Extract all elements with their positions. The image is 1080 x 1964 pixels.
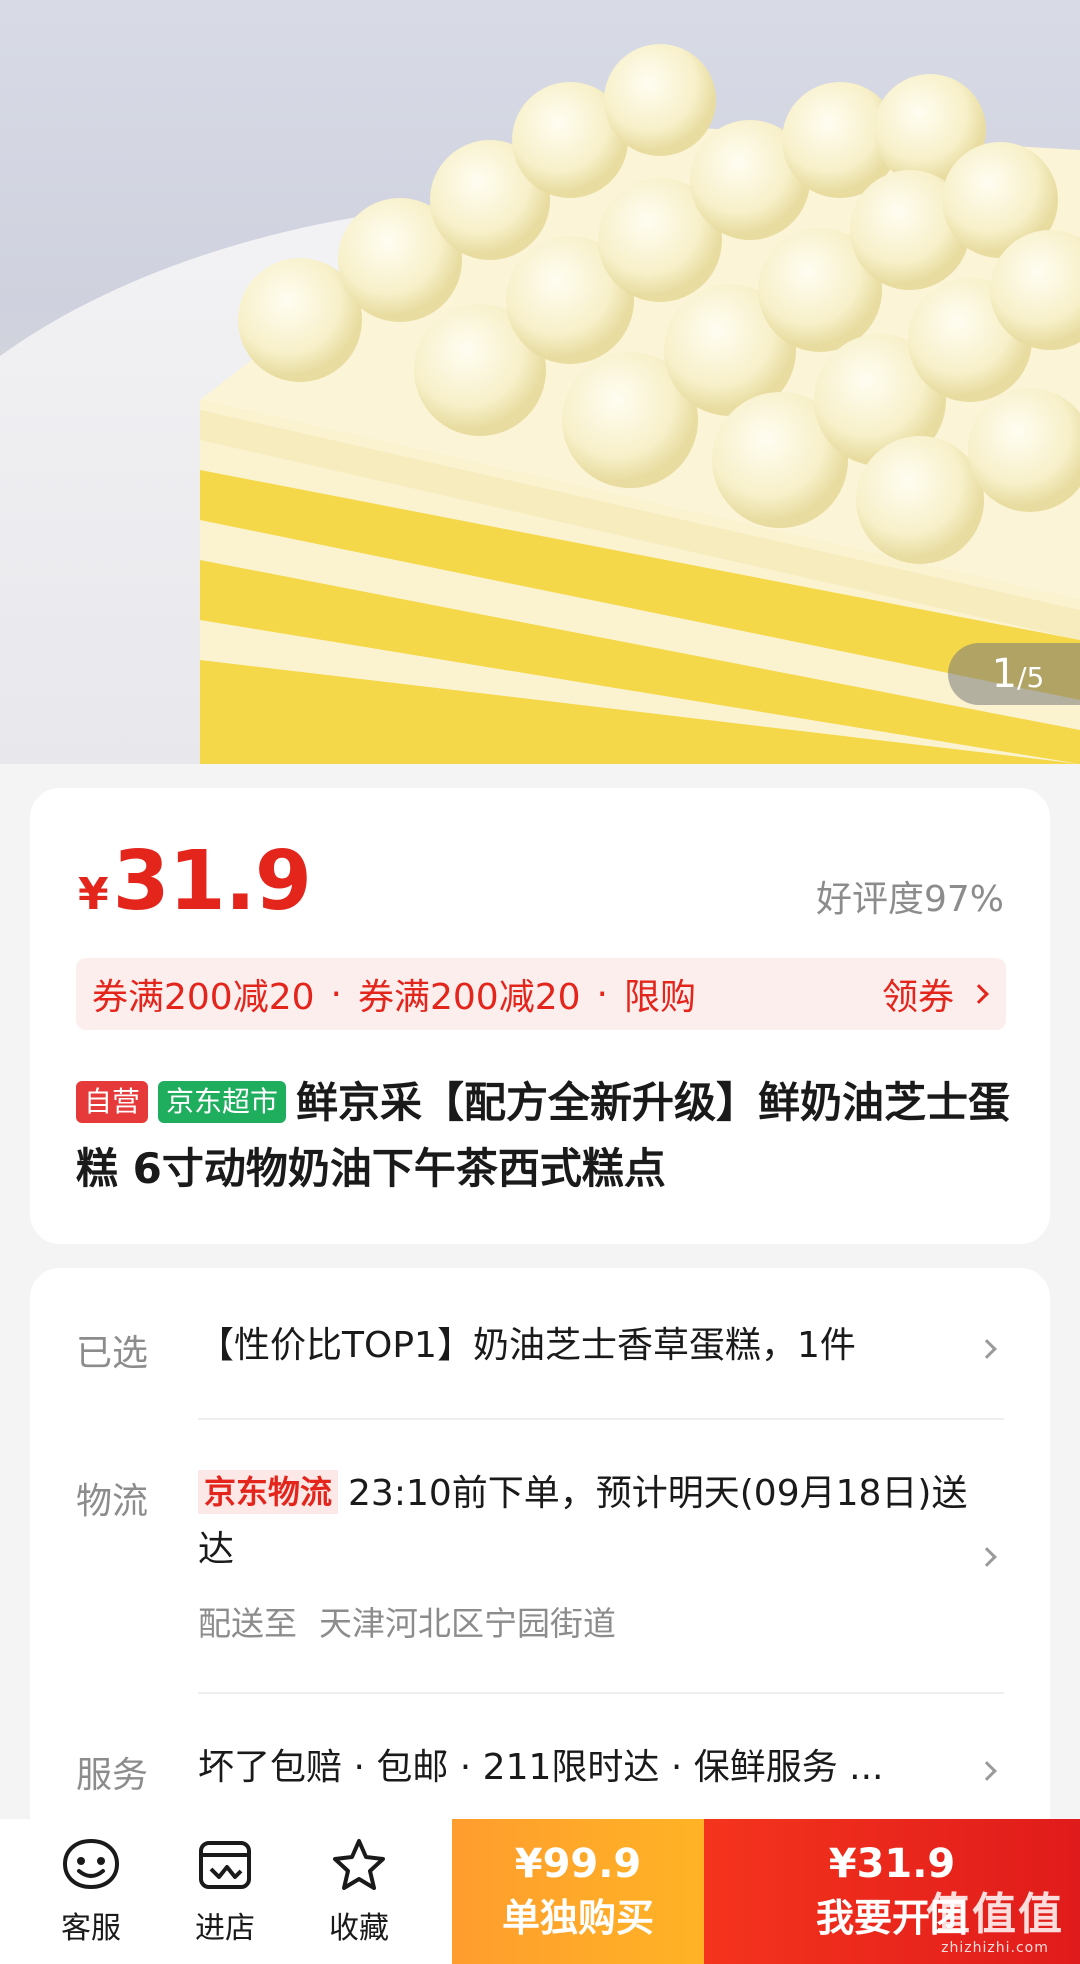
buy-alone-price: ¥99.9	[514, 1840, 642, 1887]
product-title: 自营 京东超市 鲜京采【配方全新升级】鲜奶油芝士蛋糕 6寸动物奶油下午茶西式糕点	[76, 1070, 1016, 1202]
logistics-label: 物流	[76, 1481, 149, 1522]
product-image-gallery[interactable]: 1 /5	[0, 0, 1080, 764]
divider	[198, 1418, 1004, 1420]
jd-logistics-badge: 京东物流	[198, 1470, 339, 1514]
logistics-info: 京东物流 23:10前下单，预计明天(09月18日)送达 配送至 天津河北区宁园街道	[198, 1466, 968, 1652]
price-value: 31.9	[112, 834, 312, 929]
get-coupon-label: 领券	[881, 977, 954, 1018]
site-watermark: 值值值 zhizhizhi.com	[926, 1889, 1064, 1957]
coupon-separator: ·	[330, 973, 342, 1015]
coupon-list: 券满200减20 · 券满200减20 · 限购	[92, 968, 882, 1020]
delivery-prefix: 配送至	[198, 1604, 297, 1643]
chevron-right-icon	[969, 984, 989, 1004]
service-row[interactable]: 服务 坏了包赔 · 包邮 · 211限时达 · 保鲜服务 ...	[30, 1740, 1050, 1820]
coupon-separator: ·	[596, 973, 608, 1015]
store-icon	[199, 1840, 251, 1889]
cake-photo	[0, 44, 1080, 764]
delivery-address: 天津河北区宁园街道	[319, 1604, 616, 1643]
enter-store-label: 进店	[195, 1910, 255, 1946]
selected-label: 已选	[76, 1333, 149, 1374]
start-group-buy-button[interactable]: ¥31.9 我要开团 值值值 zhizhizhi.com	[704, 1819, 1080, 1964]
selected-spec-row[interactable]: 已选 【性价比TOP1】奶油芝士香草蛋糕，1件	[30, 1318, 1050, 1428]
logistics-row[interactable]: 物流 京东物流 23:10前下单，预计明天(09月18日)送达 配送至 天津河北区宁…	[30, 1466, 1050, 1643]
jd-supermarket-tag: 京东超市	[158, 1081, 287, 1123]
selected-spec-value: 【性价比TOP1】奶油芝士香草蛋糕，1件	[198, 1325, 856, 1366]
positive-rating[interactable]: 好评度97%	[816, 870, 1004, 922]
chevron-right-icon	[977, 1339, 997, 1359]
coupon-item: 券满200减20	[92, 977, 315, 1018]
price-currency: ¥	[78, 869, 109, 920]
favorite-button[interactable]: 收藏	[292, 1819, 426, 1964]
price: ¥ 31.9	[78, 834, 312, 929]
service-list: 坏了包赔 · 包邮 · 211限时达 · 保鲜服务 ...	[198, 1747, 884, 1788]
customer-service-button[interactable]: 客服	[24, 1819, 158, 1964]
coupon-bar[interactable]: 券满200减20 · 券满200减20 · 限购 领券	[76, 958, 1006, 1030]
smile-face-icon	[62, 1838, 120, 1889]
group-buy-price: ¥31.9	[828, 1840, 956, 1887]
customer-service-label: 客服	[61, 1910, 121, 1946]
self-operated-tag: 自营	[76, 1081, 149, 1123]
star-icon	[333, 1838, 385, 1890]
product-page: 1 /5 ¥ 31.9 好评度97% 券满200减20 · 券满200减20 ·…	[0, 0, 1080, 1964]
watermark-logo: 值值值	[926, 1889, 1064, 1940]
get-coupon-button[interactable]: 领券	[881, 968, 989, 1020]
watermark-url: zhizhizhi.com	[941, 1940, 1049, 1956]
divider	[198, 1692, 1004, 1694]
service-label: 服务	[76, 1755, 149, 1796]
price-card: ¥ 31.9 好评度97% 券满200减20 · 券满200减20 · 限购 领…	[30, 788, 1050, 1244]
favorite-label: 收藏	[329, 1910, 389, 1946]
enter-store-button[interactable]: 进店	[158, 1819, 292, 1964]
coupon-item: 券满200减20	[357, 977, 581, 1018]
gallery-total-count: /5	[1017, 661, 1045, 694]
gallery-current-index: 1	[991, 651, 1018, 697]
buy-alone-button[interactable]: ¥99.9 单独购买	[452, 1819, 704, 1964]
delivery-address-line: 配送至 天津河北区宁园街道	[198, 1596, 968, 1652]
gallery-page-indicator: 1 /5	[948, 643, 1080, 705]
bottom-action-bar: 客服 进店 收藏 ¥99.9 单独购买 ¥31.9 我要开团 值值值 zhizh…	[0, 1819, 1080, 1964]
chevron-right-icon	[977, 1547, 997, 1567]
chevron-right-icon	[977, 1761, 997, 1781]
buy-alone-label: 单独购买	[501, 1895, 654, 1940]
coupon-item: 限购	[623, 977, 696, 1018]
